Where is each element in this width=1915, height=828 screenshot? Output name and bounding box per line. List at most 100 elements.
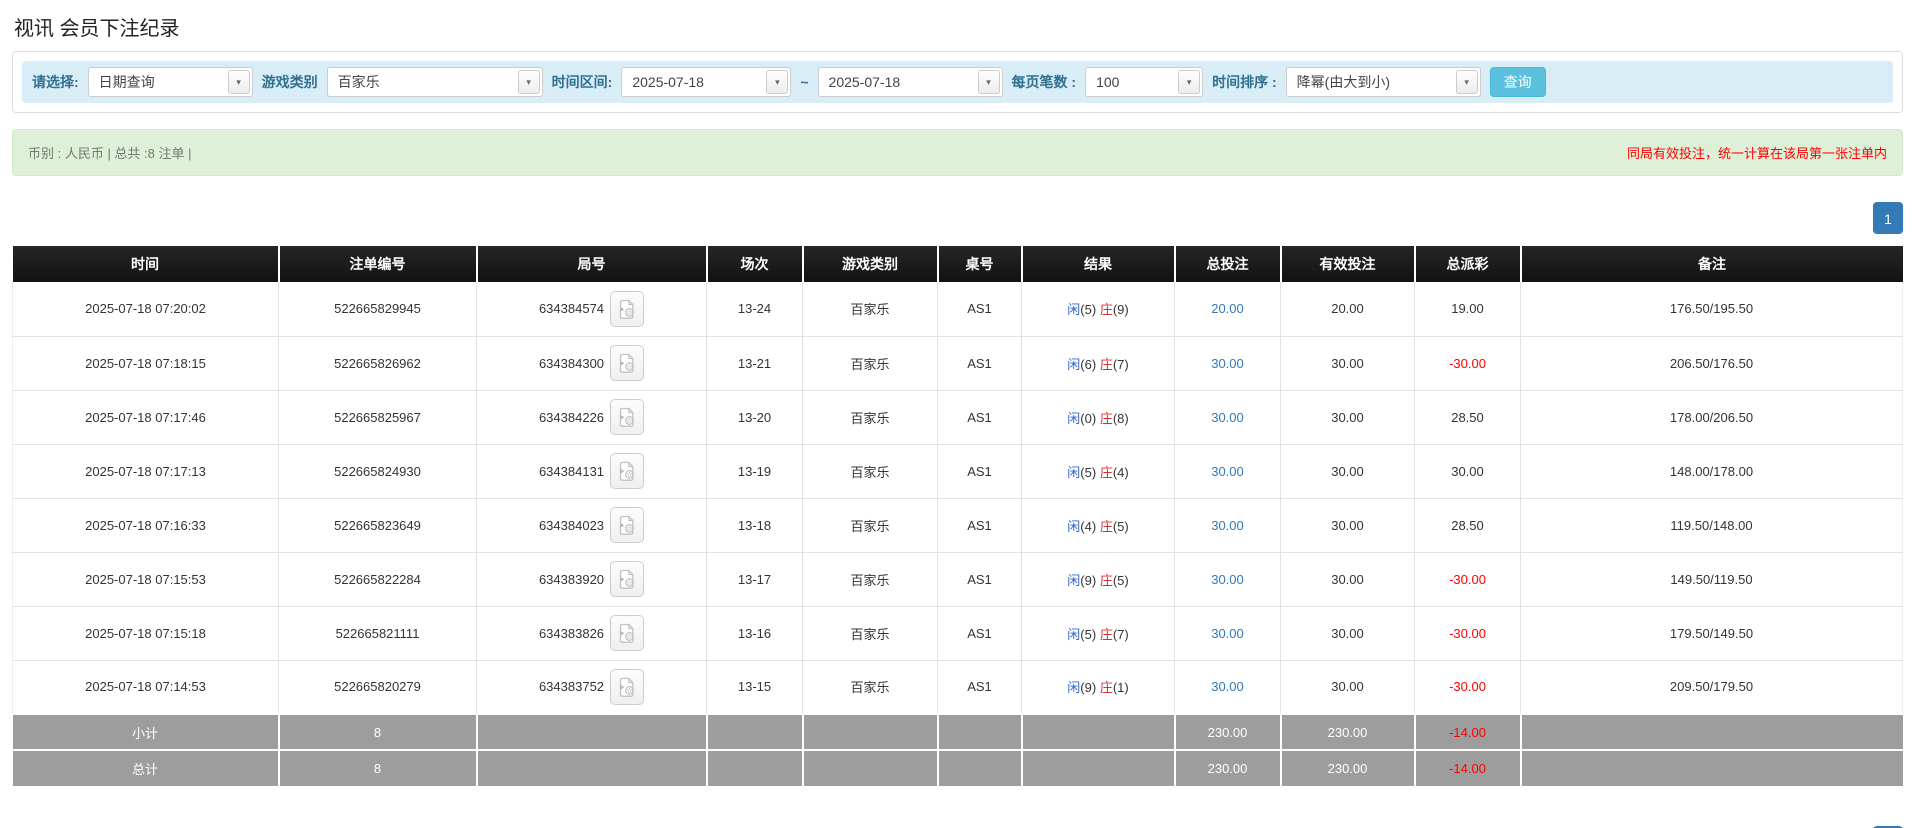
summary-payout-cell: -14.00 [1414,749,1522,786]
round-number-cell: 634384131 [476,444,707,499]
valid-bet-cell: 20.00 [1280,282,1415,337]
player-result: 闲 [1067,626,1081,642]
round-number: 634384023 [538,517,605,533]
valid-bet-cell: 30.00 [1280,498,1415,553]
summary-count-cell: 8 [278,713,478,750]
caret-down-icon[interactable]: ▾ [766,70,789,94]
total-bet-link[interactable]: 30.00 [1211,464,1244,479]
valid-bet-cell: 30.00 [1280,660,1415,715]
date-to-select[interactable]: 2025-07-18 ▾ [817,67,1003,97]
video-replay-button[interactable] [610,290,645,327]
summary-total-bet-cell: 230.00 [1174,749,1282,786]
table-number-cell: AS1 [937,390,1022,445]
query-type-value: 日期查询 [98,74,155,90]
video-file-icon [619,407,634,427]
page-size-select[interactable]: 100 ▾ [1085,67,1204,97]
total-bet-link[interactable]: 30.00 [1211,356,1244,371]
game-category-select[interactable]: 百家乐 ▾ [326,67,543,97]
total-bet-cell: 30.00 [1174,552,1281,607]
payout-cell: -30.00 [1414,552,1521,607]
result-cell: 闲(9) 庄(5) [1021,552,1175,607]
video-replay-button[interactable] [610,615,645,651]
round-number-cell: 634383920 [476,552,707,607]
column-header: 桌号 [937,246,1023,282]
time-cell: 2025-07-18 07:17:13 [12,444,279,499]
table-number-cell: AS1 [937,552,1022,607]
total-bet-cell: 20.00 [1174,282,1281,337]
bet-records-table: 时间 注单编号 局号 场次 游戏类别 桌号 结果 总投注 有效投注 总派彩 备注 2025-07-1… [12,246,1903,786]
video-replay-button[interactable] [610,399,645,435]
video-file-icon [619,677,634,697]
video-file-icon [619,515,634,535]
caret-down-icon[interactable]: ▾ [517,70,540,94]
banker-result: 庄 [1099,680,1113,696]
filter-panel: 请选择: 日期查询 ▾ 游戏类别 百家乐 ▾ 时间区间: 2025-07-18 … [12,51,1903,113]
table-row: 2025-07-18 07:17:13 522665824930 6343841… [12,444,1903,499]
page-size-value: 100 [1096,74,1120,90]
total-bet-link[interactable]: 30.00 [1211,679,1244,694]
video-replay-button[interactable] [610,453,645,489]
pagination-top: 1 [12,202,1903,234]
valid-bet-cell: 30.00 [1280,552,1415,607]
summary-bar: 币别 : 人民币 | 总共 :8 注单 | 同局有效投注，统一计算在该局第一张注… [12,129,1903,176]
result-cell: 闲(4) 庄(5) [1021,498,1175,553]
search-button[interactable]: 查询 [1489,67,1546,97]
round-number: 634384226 [538,409,605,425]
caret-down-icon[interactable]: ▾ [1455,70,1478,94]
game-category-cell: 百家乐 [802,444,938,499]
table-row: 2025-07-18 07:16:33 522665823649 6343840… [12,498,1903,553]
caret-down-icon[interactable]: ▾ [227,70,250,94]
time-range-label: 时间区间: [551,74,613,90]
video-file-icon [619,623,634,643]
video-file-icon [619,569,634,589]
table-number-cell: AS1 [937,660,1022,715]
video-replay-button[interactable] [610,507,645,543]
player-result: 闲 [1067,410,1081,426]
time-cell: 2025-07-18 07:20:02 [12,282,279,337]
date-from-select[interactable]: 2025-07-18 ▾ [621,67,792,97]
result-cell: 闲(5) 庄(9) [1021,282,1175,337]
remark-cell: 209.50/179.50 [1520,660,1903,715]
video-file-icon [619,299,634,319]
player-result: 闲 [1067,518,1081,534]
summary-row: 小计 8 230.00 230.00 -14.00 [12,713,1903,750]
page-1-button[interactable]: 1 [1873,202,1903,234]
round-number-cell: 634384226 [476,390,707,445]
player-result: 闲 [1067,680,1081,696]
query-type-select[interactable]: 日期查询 ▾ [87,67,253,97]
table-body: 2025-07-18 07:20:02 522665829945 6343845… [12,282,1903,715]
video-replay-button[interactable] [610,668,645,705]
total-bet-link[interactable]: 30.00 [1211,518,1244,533]
total-bet-link[interactable]: 30.00 [1211,626,1244,641]
column-header: 注单编号 [278,246,478,282]
caret-down-icon[interactable]: ▾ [977,70,1000,94]
session-cell: 13-15 [706,660,803,715]
video-replay-button[interactable] [610,345,645,381]
summary-valid-bet-cell: 230.00 [1280,749,1416,786]
total-bet-link[interactable]: 20.00 [1211,301,1244,316]
caret-down-icon[interactable]: ▾ [1178,70,1201,94]
total-bet-link[interactable]: 30.00 [1211,572,1244,587]
range-separator: ~ [800,74,809,90]
bet-number-cell: 522665821111 [278,606,477,661]
column-header: 游戏类别 [802,246,939,282]
page-size-label: 每页笔数 : [1011,74,1077,90]
result-cell: 闲(5) 庄(4) [1021,444,1175,499]
session-cell: 13-19 [706,444,803,499]
remark-cell: 178.00/206.50 [1520,390,1903,445]
sort-order-select[interactable]: 降幂(由大到小) ▾ [1285,67,1481,97]
banker-score: (4) [1112,464,1129,480]
total-bet-link[interactable]: 30.00 [1211,410,1244,425]
player-score: (4) [1080,518,1097,534]
round-number-cell: 634384023 [476,498,707,553]
player-result: 闲 [1067,302,1081,318]
session-cell: 13-24 [706,282,803,337]
table-number-cell: AS1 [937,282,1022,337]
game-category-cell: 百家乐 [802,606,938,661]
summary-info: 币别 : 人民币 | 总共 :8 注单 | [28,146,192,161]
sort-order-value: 降幂(由大到小) [1296,74,1390,90]
time-cell: 2025-07-18 07:15:53 [12,552,279,607]
bet-number-cell: 522665829945 [278,282,477,337]
payout-cell: 28.50 [1414,498,1521,553]
video-replay-button[interactable] [610,561,645,597]
